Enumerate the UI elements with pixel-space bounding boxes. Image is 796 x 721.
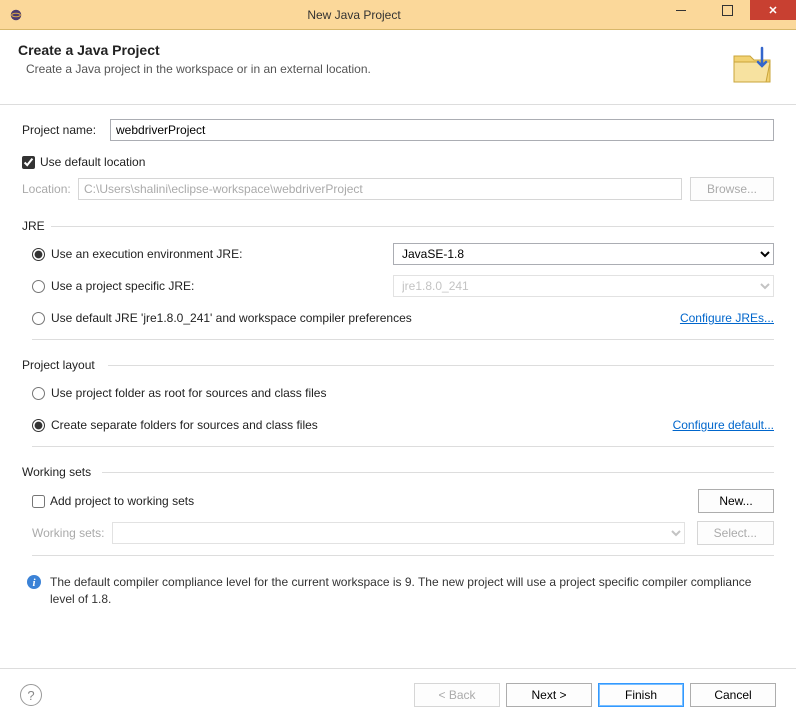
jre-project-specific-radio[interactable] (32, 280, 45, 293)
select-working-set-button: Select... (697, 521, 774, 545)
layout-root-label: Use project folder as root for sources a… (51, 386, 326, 400)
finish-button[interactable]: Finish (598, 683, 684, 707)
configure-jres-link[interactable]: Configure JREs... (680, 311, 774, 325)
browse-button: Browse... (690, 177, 774, 201)
close-button[interactable] (750, 0, 796, 20)
wizard-header: Create a Java Project Create a Java proj… (0, 30, 796, 105)
configure-default-link[interactable]: Configure default... (673, 418, 774, 432)
working-sets-select (112, 522, 685, 544)
working-sets-group-label: Working sets (22, 465, 774, 479)
project-name-label: Project name: (22, 123, 110, 137)
page-description: Create a Java project in the workspace o… (26, 62, 718, 76)
jre-exec-env-radio[interactable] (32, 248, 45, 261)
info-message: i The default compiler compliance level … (22, 574, 774, 608)
wizard-footer: ? < Back Next > Finish Cancel (0, 668, 796, 721)
maximize-button[interactable] (704, 0, 750, 20)
layout-root-radio[interactable] (32, 387, 45, 400)
jre-exec-env-label: Use an execution environment JRE: (51, 247, 393, 261)
project-layout-group-label: Project layout (22, 358, 774, 372)
working-sets-label: Working sets: (32, 526, 112, 540)
info-icon: i (26, 574, 42, 590)
page-title: Create a Java Project (18, 42, 718, 58)
layout-separate-radio[interactable] (32, 419, 45, 432)
next-button[interactable]: Next > (506, 683, 592, 707)
minimize-button[interactable] (658, 0, 704, 20)
jre-project-specific-label: Use a project specific JRE: (51, 279, 393, 293)
jre-project-specific-select: jre1.8.0_241 (393, 275, 774, 297)
new-working-set-button[interactable]: New... (698, 489, 774, 513)
layout-separate-label: Create separate folders for sources and … (51, 418, 318, 432)
help-icon[interactable]: ? (20, 684, 42, 706)
jre-group-label: JRE (22, 219, 774, 233)
java-project-icon (728, 42, 776, 90)
jre-default-label: Use default JRE 'jre1.8.0_241' and works… (51, 311, 412, 325)
jre-default-radio[interactable] (32, 312, 45, 325)
cancel-button[interactable]: Cancel (690, 683, 776, 707)
use-default-location-checkbox[interactable] (22, 156, 35, 169)
project-name-input[interactable] (110, 119, 774, 141)
back-button: < Back (414, 683, 500, 707)
location-label: Location: (22, 182, 78, 196)
add-working-sets-label: Add project to working sets (50, 494, 686, 508)
jre-exec-env-select[interactable]: JavaSE-1.8 (393, 243, 774, 265)
location-input (78, 178, 682, 200)
info-text: The default compiler compliance level fo… (50, 574, 770, 608)
add-working-sets-checkbox[interactable] (32, 495, 45, 508)
titlebar: New Java Project (0, 0, 796, 30)
use-default-location-label: Use default location (40, 155, 145, 169)
eclipse-icon (8, 7, 24, 23)
